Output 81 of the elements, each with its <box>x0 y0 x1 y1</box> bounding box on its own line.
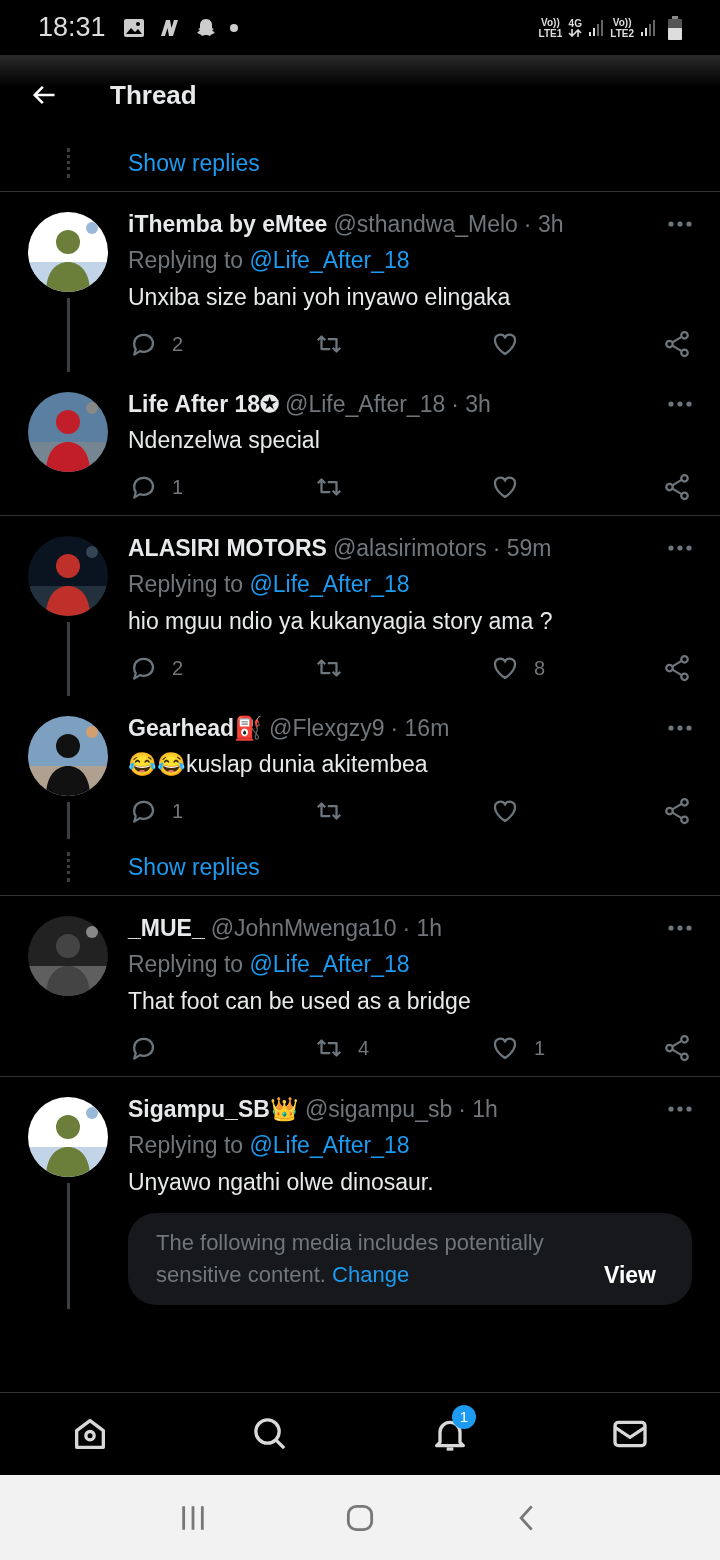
more-icon <box>668 725 692 731</box>
tweet-text: That foot can be used as a bridge <box>128 987 472 1016</box>
author-handle: @alasirimotors <box>332 534 487 563</box>
reply-button[interactable]: 1 <box>128 472 184 502</box>
tweet-time: · 1h <box>458 1095 499 1124</box>
network-label: LTE1 <box>538 27 563 39</box>
author-handle: @Flexgzy9 <box>269 714 385 743</box>
author-name: Life After 18✪ <box>128 390 280 419</box>
more-icon <box>668 221 692 227</box>
mention-link[interactable]: @Life_After_18 <box>249 951 410 977</box>
network-type-label: 4G <box>568 18 582 29</box>
tweet-text: hio mguu ndio ya kukanyagia story ama ? <box>128 607 554 636</box>
author-handle: @Life_After_18 <box>285 390 446 419</box>
battery-icon <box>668 15 682 40</box>
more-icon <box>668 925 692 931</box>
author-name: ALASIRI MOTORS <box>128 534 327 563</box>
author-name: Sigampu_SB👑 <box>128 1095 299 1124</box>
mention-link[interactable]: @Life_After_18 <box>249 247 410 273</box>
show-replies-link[interactable]: Show replies <box>128 149 260 177</box>
page-title: Thread <box>110 79 197 111</box>
author-name: Gearhead⛽ <box>128 714 264 743</box>
mention-link[interactable]: @Life_After_18 <box>249 571 410 597</box>
volte-label: Vo)) <box>612 16 632 28</box>
replying-to-text: Replying to @Life_After_18 <box>128 246 411 275</box>
tweet-text: Ndenzelwa special <box>128 426 321 455</box>
change-link[interactable]: Change <box>332 1262 410 1287</box>
view-button[interactable]: View <box>604 1259 664 1291</box>
reply-button[interactable]: 2 <box>128 329 184 359</box>
home-button[interactable] <box>346 1503 374 1532</box>
share-icon <box>662 796 692 826</box>
share-icon <box>662 653 692 683</box>
share-button[interactable] <box>662 796 692 826</box>
more-button[interactable] <box>668 401 692 407</box>
tweet-text: Unyawo ngathi olwe dinosaur. <box>128 1168 435 1197</box>
sensitive-media-text: The following media includes potentially sensitive content. Change <box>156 1229 545 1289</box>
author-handle: @JohnMwenga10 <box>210 914 397 943</box>
share-button[interactable] <box>662 472 692 502</box>
retweet-button[interactable]: 4 <box>314 1033 370 1063</box>
signal-icon <box>640 19 656 36</box>
tweet-time: · 1h <box>402 914 444 943</box>
tweet-time: · 3h <box>523 210 565 239</box>
more-icon <box>668 1106 692 1112</box>
share-icon <box>662 1033 692 1063</box>
more-button[interactable] <box>668 925 692 931</box>
nav-tab[interactable]: 1 <box>360 1393 540 1475</box>
share-button[interactable] <box>662 653 692 683</box>
author-handle: @sigampu_sb <box>304 1095 453 1124</box>
like-button[interactable]: 8 <box>490 653 546 683</box>
mention-link[interactable]: @Life_After_18 <box>249 1132 410 1158</box>
status-time: 18:31 <box>38 12 106 43</box>
tweet-text: Unxiba size bani yoh inyawo elingaka <box>128 283 512 312</box>
more-button[interactable] <box>668 725 692 731</box>
more-button[interactable] <box>668 1106 692 1112</box>
share-icon <box>662 329 692 359</box>
share-icon <box>662 472 692 502</box>
notification-badge: 1 <box>452 1405 476 1429</box>
reply-button[interactable]: 1 <box>128 796 184 826</box>
author-name: _MUE_ <box>128 914 205 943</box>
more-icon <box>668 401 692 407</box>
reply-button[interactable]: 2 <box>128 653 184 683</box>
more-button[interactable] <box>668 545 692 551</box>
tweet-time: · 59m <box>492 534 553 563</box>
tweet-text: 😂😂kuslap dunia akitembea <box>128 750 429 779</box>
author-name: iThemba by eMtee <box>128 210 328 239</box>
share-button[interactable] <box>662 1033 692 1063</box>
replying-to-text: Replying to @Life_After_18 <box>128 1131 411 1160</box>
signal-icon <box>588 19 605 36</box>
volte-label: Vo)) <box>541 16 560 28</box>
more-button[interactable] <box>668 221 692 227</box>
like-button[interactable]: 1 <box>490 1033 546 1063</box>
data-arrows-icon <box>568 29 583 37</box>
share-button[interactable] <box>662 329 692 359</box>
dot-icon <box>229 23 238 32</box>
author-handle: @sthandwa_Melo <box>333 210 518 239</box>
more-icon <box>668 545 692 551</box>
show-replies-link[interactable]: Show replies <box>128 853 260 881</box>
tweet-time: · 16m <box>390 714 451 743</box>
replying-to-text: Replying to @Life_After_18 <box>128 950 411 979</box>
tweet-time: · 3h <box>451 390 492 419</box>
network-label: LTE2 <box>610 27 634 39</box>
replying-to-text: Replying to @Life_After_18 <box>128 570 411 599</box>
